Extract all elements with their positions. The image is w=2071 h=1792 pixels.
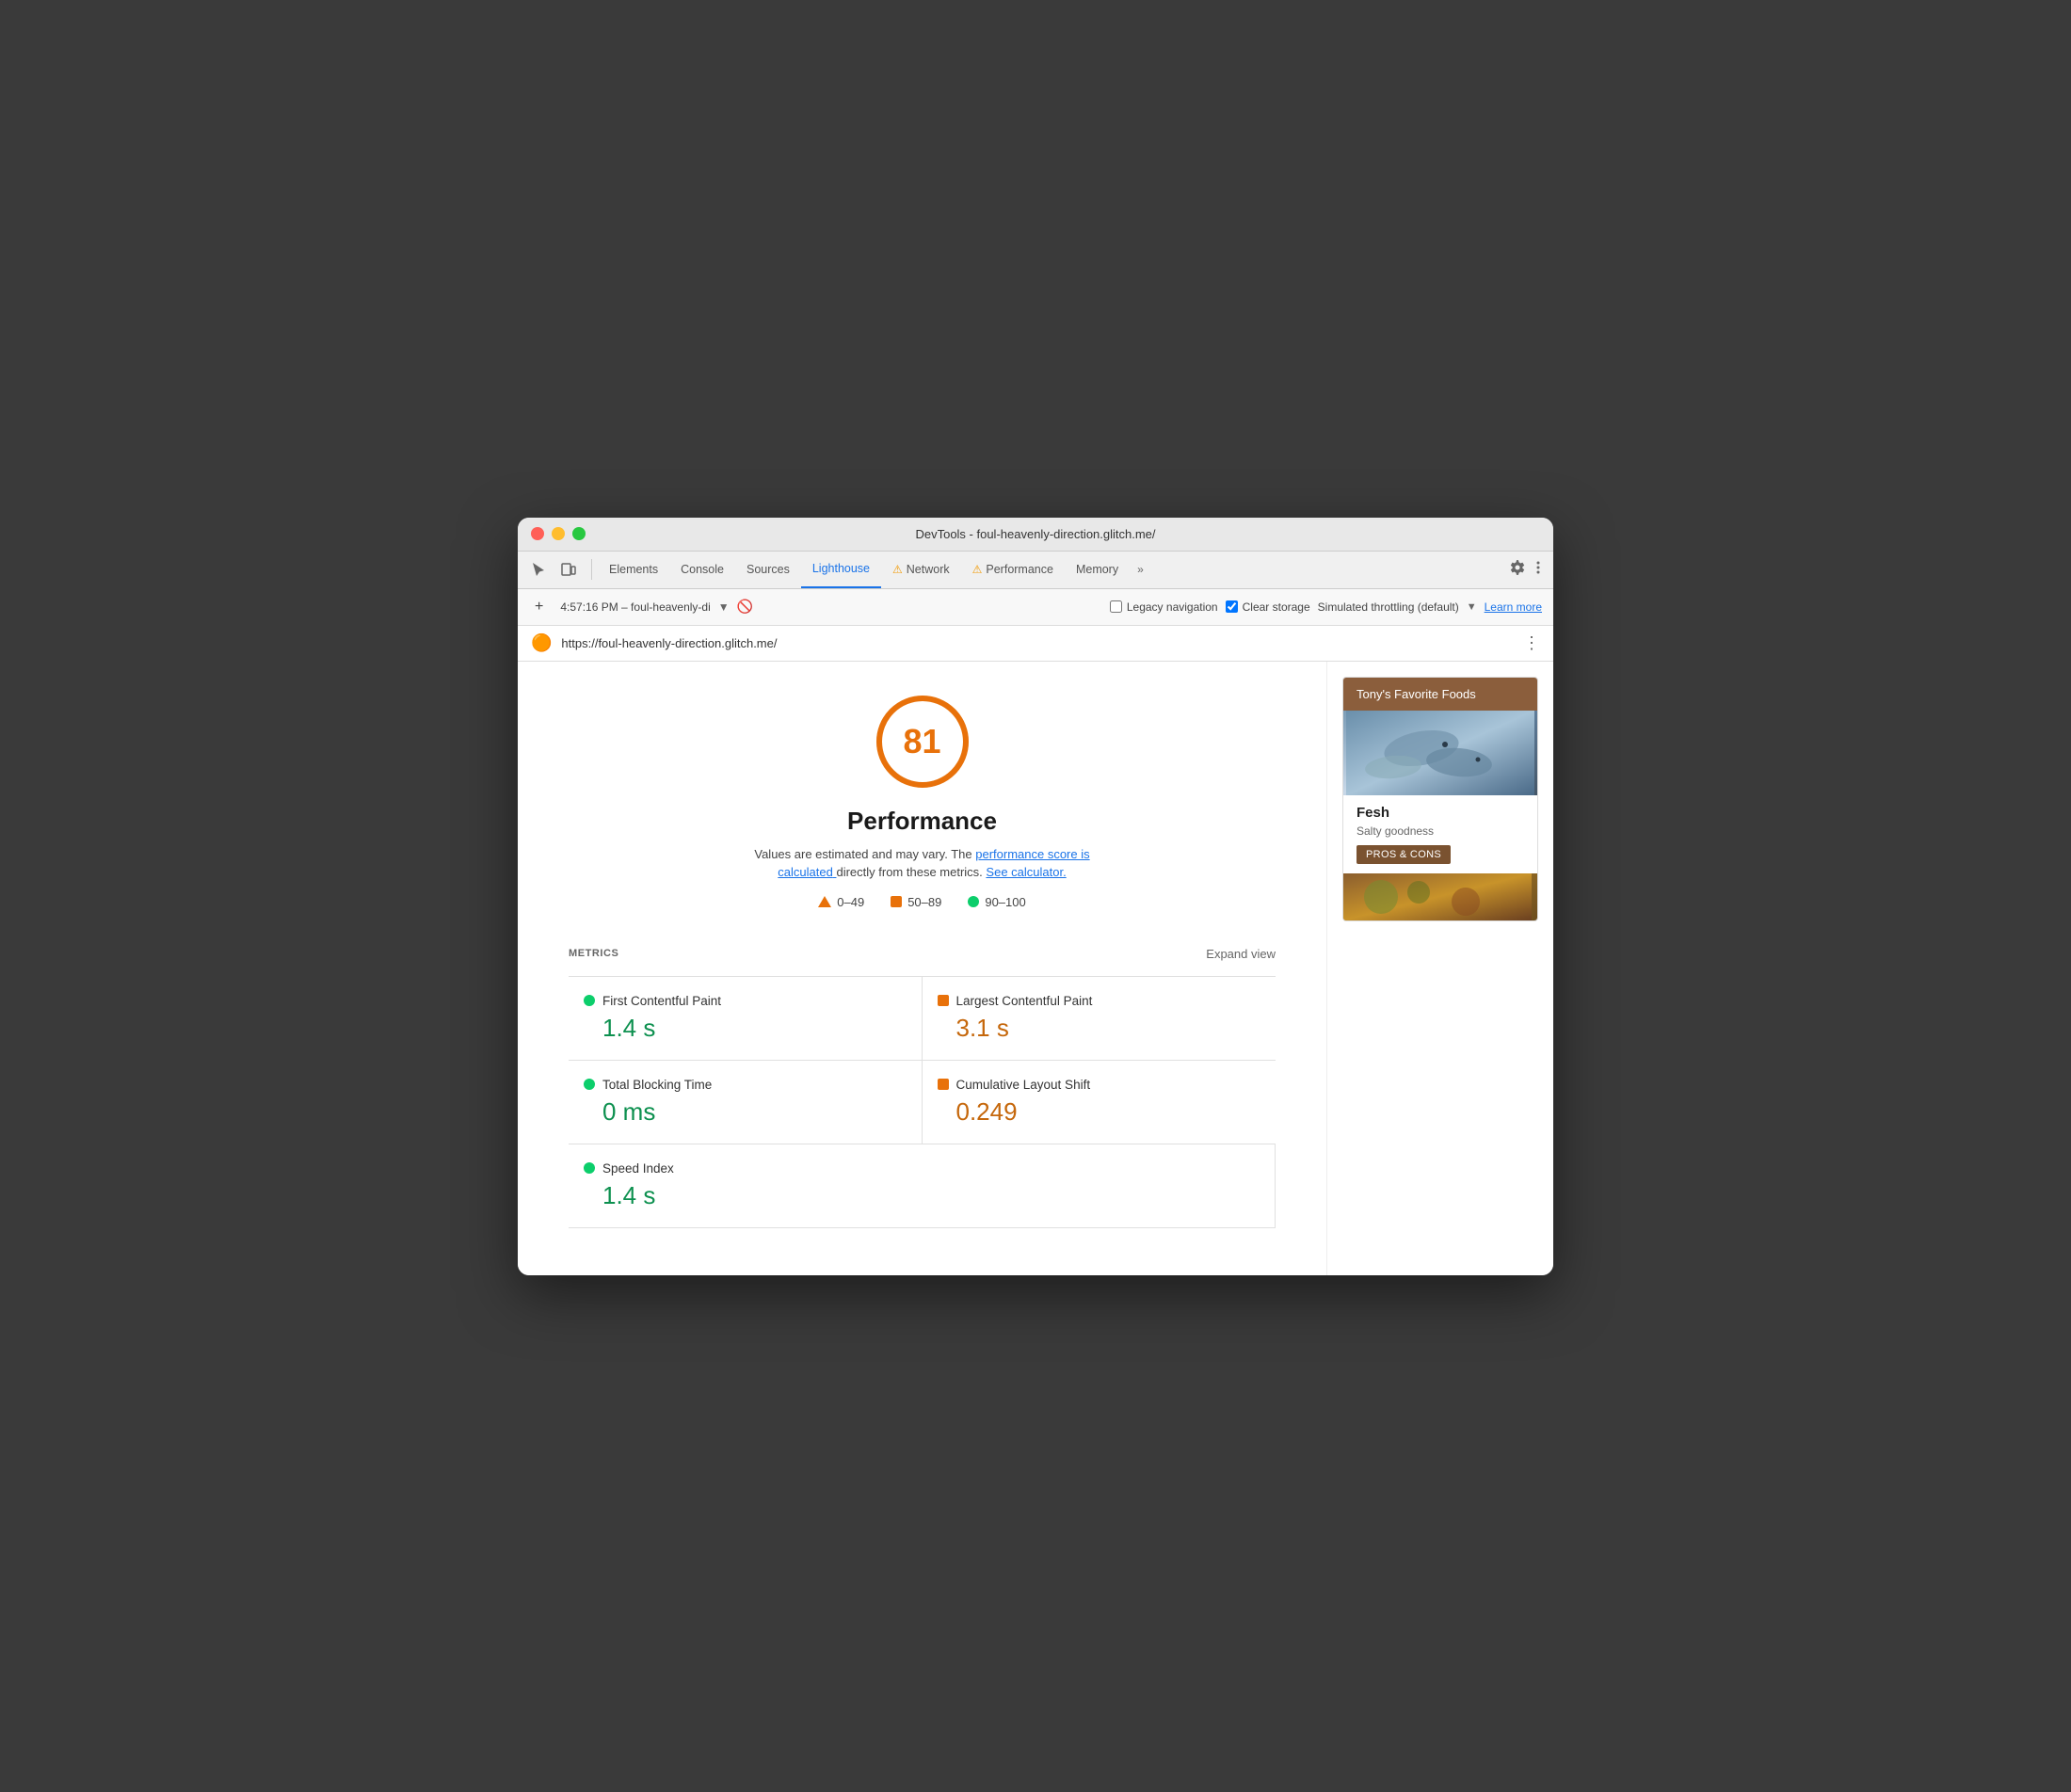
- fcp-label-row: First Contentful Paint: [584, 994, 907, 1008]
- titlebar: DevTools - foul-heavenly-direction.glitc…: [518, 518, 1553, 552]
- metric-si: Speed Index 1.4 s: [569, 1144, 1276, 1228]
- card-item-subtitle: Salty goodness: [1357, 824, 1524, 838]
- devtools-tabs: Elements Console Sources Lighthouse ⚠ Ne…: [518, 552, 1553, 589]
- page-icon: 🟠: [531, 633, 552, 653]
- bottom-image-svg: [1343, 873, 1532, 920]
- fcp-label: First Contentful Paint: [602, 994, 721, 1008]
- traffic-lights: [531, 527, 586, 540]
- performance-warning-icon: ⚠: [972, 563, 983, 576]
- legacy-navigation-label[interactable]: Legacy navigation: [1110, 600, 1218, 614]
- network-warning-icon: ⚠: [892, 563, 903, 576]
- si-value: 1.4 s: [602, 1181, 1260, 1210]
- calculator-link[interactable]: See calculator.: [986, 865, 1066, 879]
- score-title: Performance: [847, 807, 997, 836]
- metric-tbt: Total Blocking Time 0 ms: [569, 1061, 923, 1144]
- score-description: Values are estimated and may vary. The p…: [744, 845, 1101, 882]
- tab-network[interactable]: ⚠ Network: [881, 551, 961, 588]
- lcp-status-dot: [938, 995, 949, 1006]
- expand-view-button[interactable]: Expand view: [1206, 947, 1276, 961]
- devtools-window: DevTools - foul-heavenly-direction.glitc…: [518, 518, 1553, 1275]
- main-content: 81 Performance Values are estimated and …: [518, 662, 1553, 1275]
- url-text: https://foul-heavenly-direction.glitch.m…: [561, 636, 1514, 650]
- metrics-header: METRICS Expand view: [569, 947, 1276, 961]
- throttle-dropdown-icon[interactable]: ▼: [1467, 601, 1477, 613]
- tbt-label: Total Blocking Time: [602, 1078, 712, 1092]
- devtools-actions: [1510, 560, 1546, 580]
- card-header: Tony's Favorite Foods: [1343, 678, 1537, 711]
- tab-elements[interactable]: Elements: [598, 551, 669, 588]
- right-panel: Tony's Favorite Foods: [1327, 662, 1553, 1275]
- cls-status-dot: [938, 1079, 949, 1090]
- legend-high: 90–100: [968, 895, 1025, 909]
- settings-icon[interactable]: [1510, 560, 1525, 580]
- si-status-dot: [584, 1162, 595, 1174]
- cursor-icon[interactable]: [525, 556, 552, 583]
- maximize-button[interactable]: [572, 527, 586, 540]
- fcp-status-dot: [584, 995, 595, 1006]
- tab-memory[interactable]: Memory: [1065, 551, 1130, 588]
- legacy-navigation-checkbox[interactable]: [1110, 600, 1122, 613]
- square-icon: [891, 896, 902, 907]
- pros-cons-button[interactable]: PROS & CONS: [1357, 845, 1451, 864]
- tab-lighthouse[interactable]: Lighthouse: [801, 551, 881, 588]
- preview-card: Tony's Favorite Foods: [1342, 677, 1538, 921]
- legend-low: 0–49: [818, 895, 864, 909]
- card-item-title: Fesh: [1357, 805, 1524, 821]
- card-bottom-image: [1343, 873, 1537, 920]
- fish-image-svg: [1346, 711, 1534, 795]
- plus-icon: +: [535, 599, 543, 616]
- device-toggle-icon[interactable]: [555, 556, 582, 583]
- tab-performance[interactable]: ⚠ Performance: [961, 551, 1065, 588]
- lighthouse-toolbar: + 4:57:16 PM – foul-heavenly-di ▼ 🚫 Lega…: [518, 589, 1553, 626]
- card-body: Fesh Salty goodness PROS & CONS: [1343, 795, 1537, 873]
- legend-mid: 50–89: [891, 895, 941, 909]
- more-options-icon[interactable]: [1531, 560, 1546, 580]
- learn-more-link[interactable]: Learn more: [1485, 600, 1542, 614]
- score-section: 81 Performance Values are estimated and …: [555, 690, 1289, 909]
- metric-cls: Cumulative Layout Shift 0.249: [923, 1061, 1276, 1144]
- score-legend: 0–49 50–89 90–100: [818, 895, 1025, 909]
- left-panel: 81 Performance Values are estimated and …: [518, 662, 1327, 1275]
- circle-icon: [968, 896, 979, 907]
- url-bar: 🟠 https://foul-heavenly-direction.glitch…: [518, 626, 1553, 662]
- si-label: Speed Index: [602, 1161, 674, 1176]
- window-title: DevTools - foul-heavenly-direction.glitc…: [915, 527, 1155, 541]
- metrics-section: METRICS Expand view First Contentful Pai…: [555, 928, 1289, 1247]
- metrics-grid: First Contentful Paint 1.4 s Largest Con…: [569, 976, 1276, 1228]
- score-ring: 81: [871, 690, 974, 793]
- close-button[interactable]: [531, 527, 544, 540]
- cls-label: Cumulative Layout Shift: [956, 1078, 1091, 1092]
- fcp-value: 1.4 s: [602, 1014, 907, 1043]
- card-image: [1343, 711, 1537, 795]
- cls-label-row: Cumulative Layout Shift: [938, 1078, 1261, 1092]
- tbt-value: 0 ms: [602, 1097, 907, 1127]
- tabs-overflow-button[interactable]: »: [1130, 563, 1151, 576]
- cls-value: 0.249: [956, 1097, 1261, 1127]
- clear-storage-label[interactable]: Clear storage: [1226, 600, 1310, 614]
- lcp-label: Largest Contentful Paint: [956, 994, 1093, 1008]
- tab-sources[interactable]: Sources: [735, 551, 801, 588]
- tbt-label-row: Total Blocking Time: [584, 1078, 907, 1092]
- tab-console[interactable]: Console: [669, 551, 735, 588]
- metric-fcp: First Contentful Paint 1.4 s: [569, 977, 923, 1061]
- throttling-label: Simulated throttling (default): [1318, 600, 1459, 614]
- block-icon: 🚫: [737, 599, 753, 615]
- metric-lcp: Largest Contentful Paint 3.1 s: [923, 977, 1276, 1061]
- minimize-button[interactable]: [552, 527, 565, 540]
- metrics-title: METRICS: [569, 948, 618, 959]
- score-value: 81: [903, 722, 940, 761]
- si-label-row: Speed Index: [584, 1161, 1260, 1176]
- url-more-icon[interactable]: ⋮: [1523, 633, 1540, 653]
- clear-storage-checkbox[interactable]: [1226, 600, 1238, 613]
- add-report-button[interactable]: +: [529, 595, 553, 619]
- triangle-icon: [818, 896, 831, 907]
- dropdown-icon[interactable]: ▼: [718, 600, 730, 614]
- report-time-label: 4:57:16 PM – foul-heavenly-di: [560, 600, 710, 614]
- lcp-value: 3.1 s: [956, 1014, 1261, 1043]
- tbt-status-dot: [584, 1079, 595, 1090]
- lcp-label-row: Largest Contentful Paint: [938, 994, 1261, 1008]
- tab-separator: [591, 559, 592, 580]
